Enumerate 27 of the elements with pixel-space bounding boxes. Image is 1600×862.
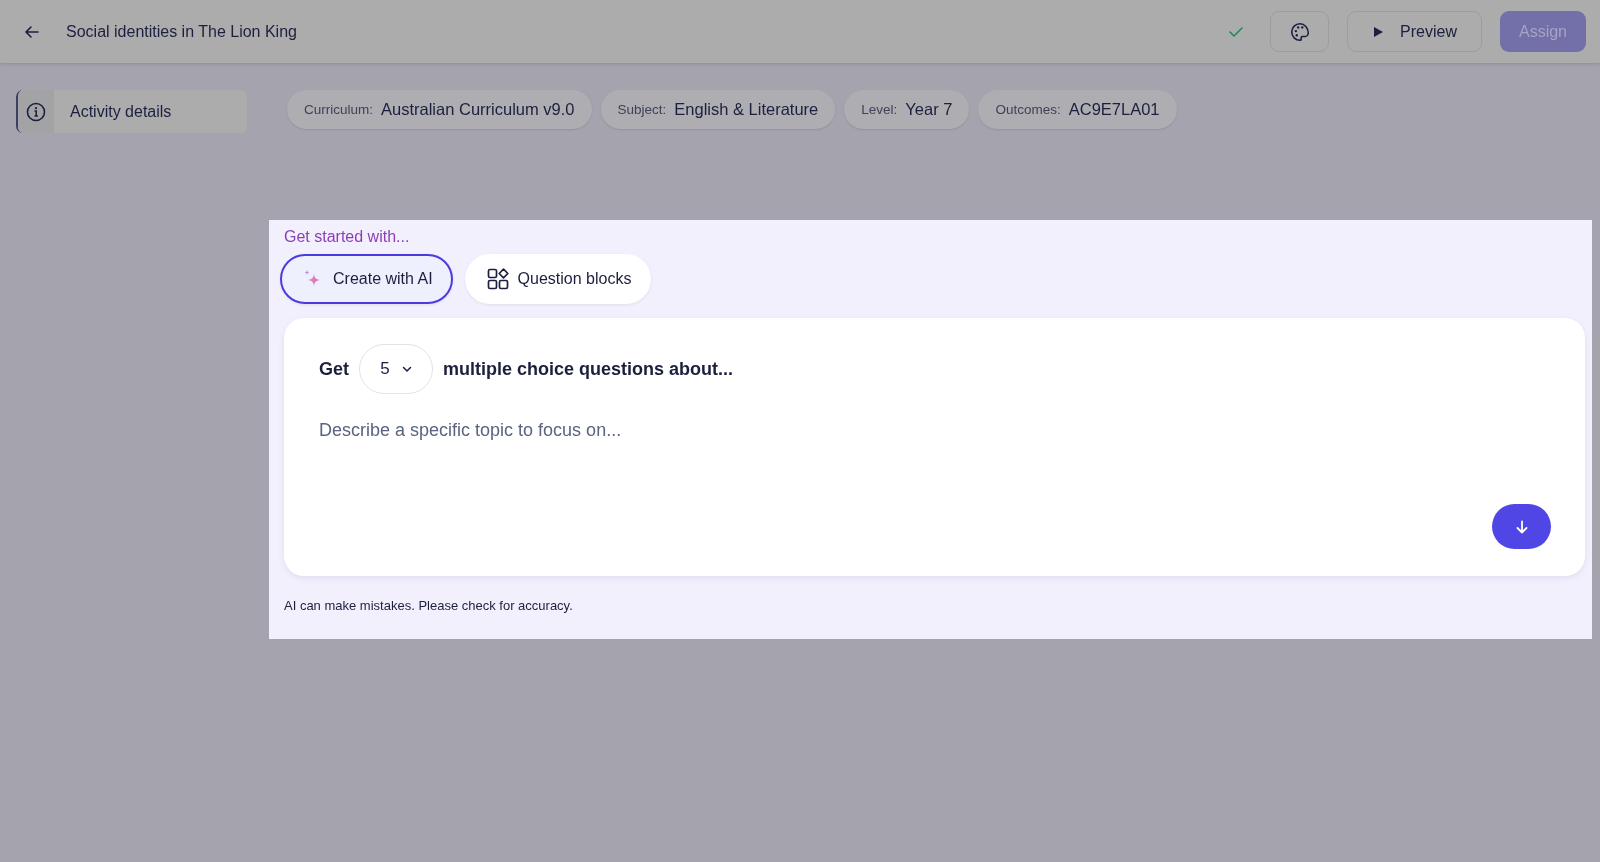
sidebar-item[interactable]: Activity details <box>16 90 247 133</box>
tag-label: Curriculum: <box>304 102 373 117</box>
disclaimer-text: AI can make mistakes. Please check for accuracy. <box>284 598 574 613</box>
down-arrow-icon <box>1514 519 1529 534</box>
tag-label: Level: <box>861 102 898 117</box>
mode-tab[interactable]: Question blocks <box>464 254 652 304</box>
panel-heading: Get started with... <box>284 228 411 246</box>
submit-button[interactable] <box>1492 504 1551 549</box>
info-icon <box>26 101 46 122</box>
activity-title: Social identities in The Lion King <box>66 22 297 41</box>
play-icon <box>1372 25 1385 38</box>
tag-value: Australian Curriculum v9.0 <box>381 100 575 119</box>
palette-icon <box>1288 20 1311 43</box>
blocks-icon <box>486 268 509 290</box>
tag-label: Outcomes: <box>995 102 1061 117</box>
tag-label: Subject: <box>617 102 667 117</box>
prompt-input-field[interactable]: Get 5 multiple choice questions about... Describe a specific topic to focus on... <box>284 318 1585 576</box>
count-dropdown[interactable]: 5 <box>359 344 433 394</box>
tag-value: English & Literature <box>674 100 819 119</box>
mode-tab[interactable]: Create with AI <box>280 254 453 304</box>
prompt-suffix: multiple choice questions about... <box>443 358 734 380</box>
tag-value: AC9E7LA01 <box>1068 100 1160 119</box>
prompt-prefix: Get <box>319 358 349 380</box>
preview-button[interactable]: Preview <box>1347 11 1482 52</box>
chevron-down-icon <box>401 365 412 373</box>
tag-value: Year 7 <box>905 100 953 119</box>
palette-button[interactable] <box>1270 11 1330 52</box>
